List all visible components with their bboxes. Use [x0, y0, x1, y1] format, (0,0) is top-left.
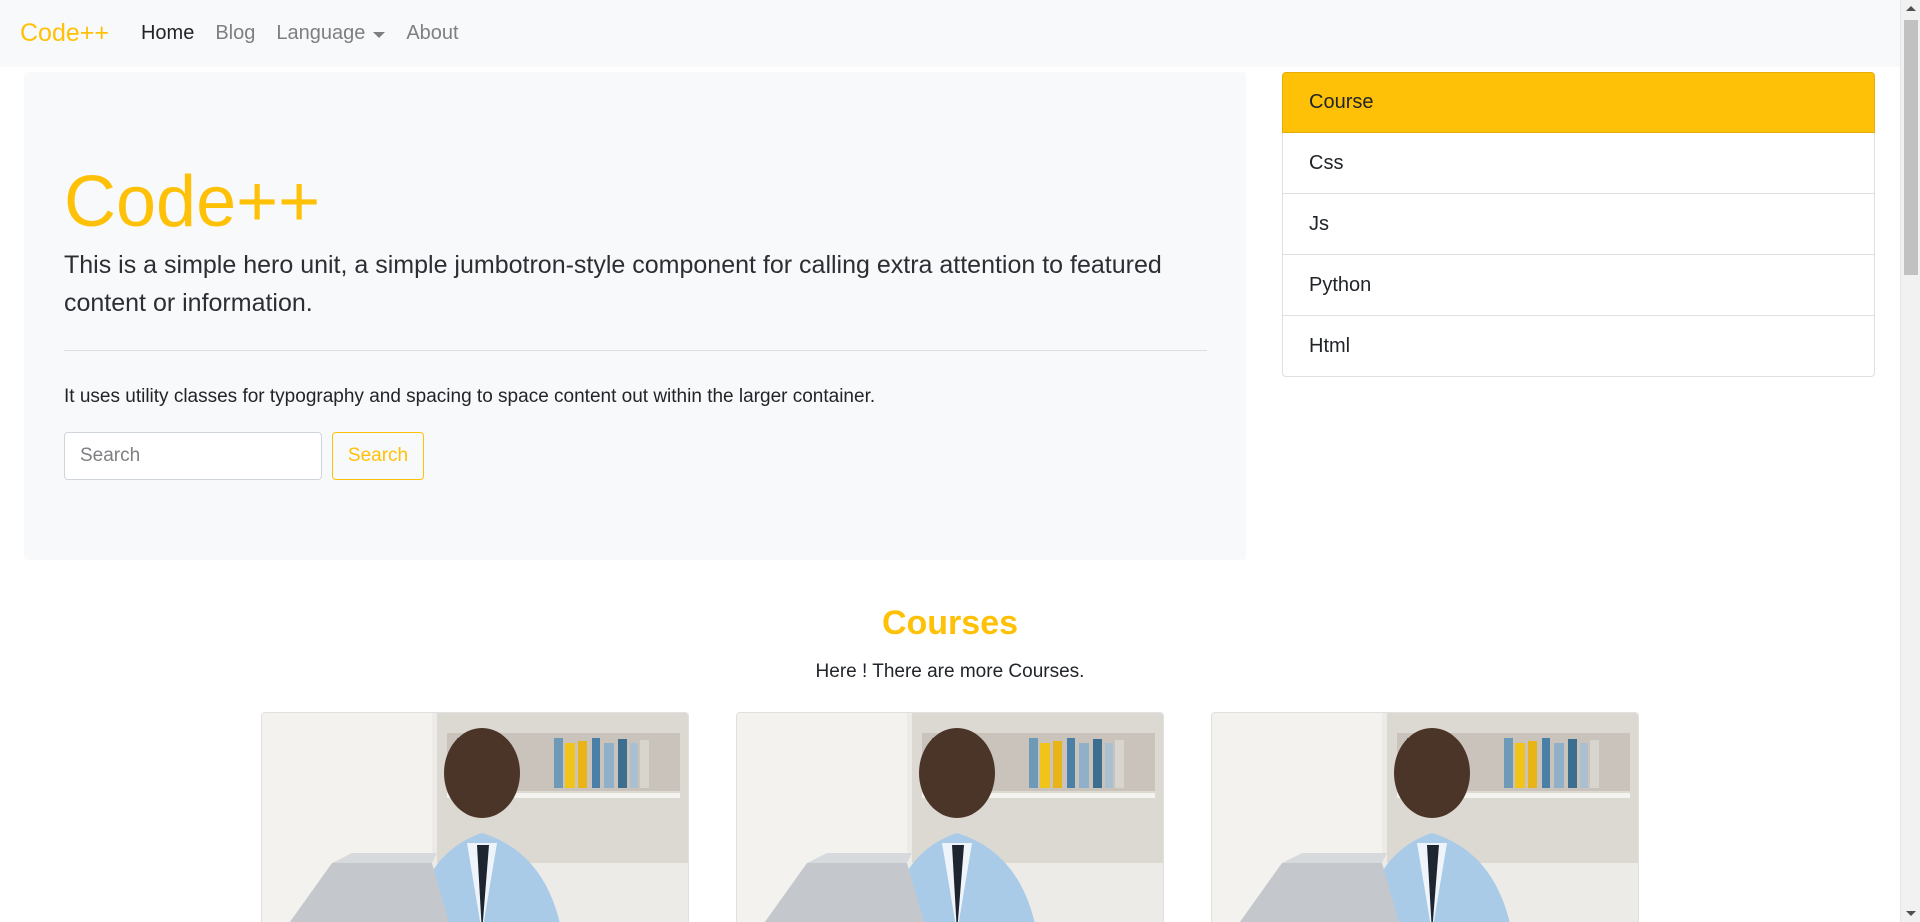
course-list-group: Course Css Js Python Html [1282, 72, 1875, 377]
caret-down-icon [373, 31, 386, 38]
search-input[interactable] [64, 432, 322, 480]
nav-language-label: Language [276, 22, 366, 44]
courses-subtitle: Here ! There are more Courses. [815, 661, 1085, 682]
page-scrollbar[interactable] [1900, 0, 1920, 922]
course-card[interactable] [736, 712, 1164, 922]
hero-title: Code++ [64, 162, 321, 242]
search-button[interactable]: Search [332, 432, 424, 480]
course-card[interactable] [1211, 712, 1639, 922]
hero-divider [64, 350, 1207, 351]
hero-lead-text: This is a simple hero unit, a simple jum… [64, 251, 1162, 317]
scroll-up-arrow-icon[interactable] [1906, 6, 1916, 11]
nav-about[interactable]: About [406, 22, 458, 45]
list-item-css[interactable]: Css [1282, 133, 1875, 194]
list-item-python[interactable]: Python [1282, 255, 1875, 316]
navbar: Code++ Home Blog Language About [0, 0, 1900, 67]
course-card[interactable] [261, 712, 689, 922]
list-item-js[interactable]: Js [1282, 194, 1875, 255]
scrollbar-thumb[interactable] [1904, 20, 1918, 275]
nav-blog[interactable]: Blog [215, 22, 255, 45]
nav-language-dropdown[interactable]: Language [276, 22, 386, 45]
list-item-html[interactable]: Html [1282, 316, 1875, 377]
list-item-course[interactable]: Course [1282, 72, 1875, 133]
course-card-image [262, 713, 688, 922]
brand-logo[interactable]: Code++ [20, 19, 109, 48]
nav-home[interactable]: Home [141, 22, 194, 45]
hero-jumbotron: Code++ This is a simple hero unit, a sim… [24, 72, 1246, 560]
course-card-image [737, 713, 1163, 922]
scroll-down-arrow-icon[interactable] [1906, 911, 1916, 916]
courses-title: Courses [881, 604, 1019, 642]
course-card-image [1212, 713, 1638, 922]
hero-body-text: It uses utility classes for typography a… [64, 386, 876, 407]
